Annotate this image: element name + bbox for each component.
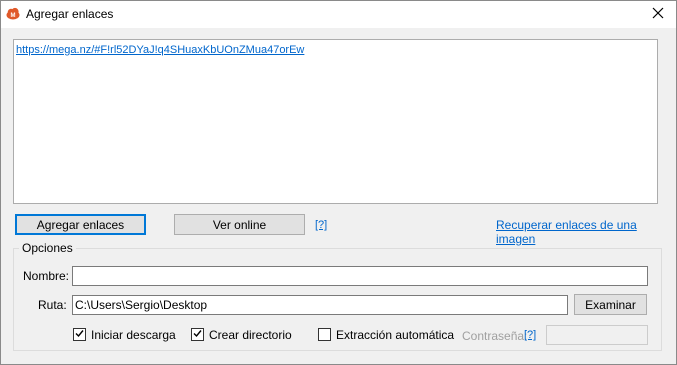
checkmark-icon xyxy=(192,328,203,342)
add-links-dialog: M Agregar enlaces https://mega.nz/#F!rl5… xyxy=(0,0,677,365)
create-directory-label[interactable]: Crear directorio xyxy=(209,328,292,342)
link-entry[interactable]: https://mega.nz/#F!rl52DYaJ!q4SHuaxKbUOn… xyxy=(16,44,304,56)
password-label: Contraseña: xyxy=(462,329,528,343)
password-help-link[interactable]: [?] xyxy=(524,329,536,341)
title-bar: M Agregar enlaces xyxy=(1,1,676,28)
auto-extract-checkbox[interactable] xyxy=(318,328,331,341)
window-title: Agregar enlaces xyxy=(26,7,114,21)
view-online-button[interactable]: Ver online xyxy=(174,214,305,235)
options-group-title: Opciones xyxy=(19,241,76,255)
svg-text:M: M xyxy=(11,13,16,19)
close-button[interactable] xyxy=(640,1,676,28)
create-directory-checkbox[interactable] xyxy=(191,328,204,341)
checkmark-icon xyxy=(74,328,85,342)
start-download-checkbox[interactable] xyxy=(73,328,86,341)
mega-cloud-icon: M xyxy=(6,7,20,20)
auto-extract-label[interactable]: Extracción automática xyxy=(336,328,454,342)
browse-button[interactable]: Examinar xyxy=(574,294,647,315)
add-links-button[interactable]: Agregar enlaces xyxy=(15,214,146,235)
path-input[interactable]: C:\Users\Sergio\Desktop xyxy=(72,295,568,315)
password-input xyxy=(546,325,648,345)
name-input[interactable] xyxy=(72,266,648,286)
links-textarea[interactable]: https://mega.nz/#F!rl52DYaJ!q4SHuaxKbUOn… xyxy=(13,39,658,204)
start-download-label[interactable]: Iniciar descarga xyxy=(91,328,176,342)
close-icon xyxy=(652,7,664,22)
recover-links-link[interactable]: Recuperar enlaces de una imagen xyxy=(496,218,676,246)
help-link[interactable]: [?] xyxy=(315,219,327,231)
name-label: Nombre: xyxy=(23,269,70,283)
path-label: Ruta: xyxy=(38,298,67,312)
